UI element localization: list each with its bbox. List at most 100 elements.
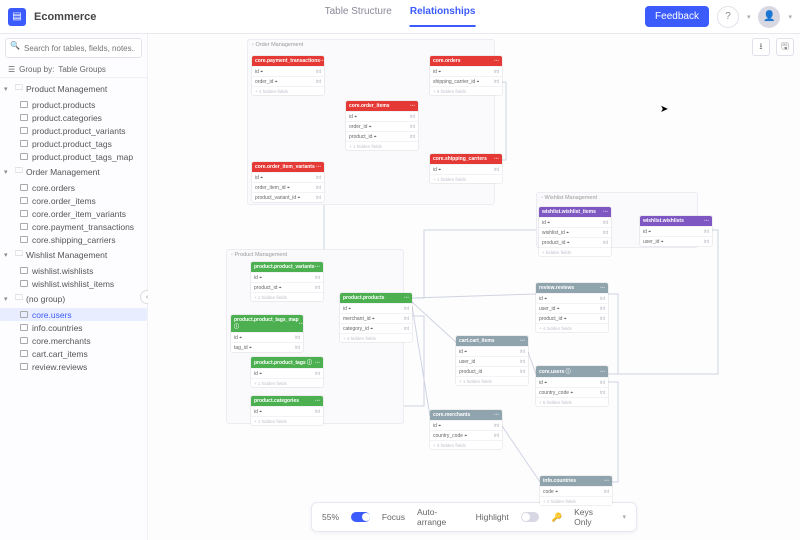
tree-item[interactable]: info.countries bbox=[0, 321, 147, 334]
caret-down-icon: ▾ bbox=[4, 168, 12, 176]
tree-item-label: wishlist.wishlists bbox=[32, 266, 93, 276]
zoom-toggle[interactable] bbox=[351, 512, 370, 522]
table-icon bbox=[20, 267, 28, 274]
project-name: Ecommerce bbox=[34, 11, 96, 23]
tree-item-label: cart.cart_items bbox=[32, 349, 88, 359]
entity-footer: + 4 hidden fields bbox=[340, 333, 412, 342]
save-icon[interactable]: 🖫 bbox=[776, 38, 794, 56]
folder-icon: 🗀 bbox=[15, 248, 23, 262]
entity-card[interactable]: product.product_variants⋯id ⌖intproduct_… bbox=[251, 262, 323, 301]
highlight-toggle[interactable] bbox=[521, 512, 540, 522]
tree-group[interactable]: ▾🗀Order Management bbox=[0, 163, 147, 181]
entity-header: wishlist.wishlists⋯ bbox=[640, 216, 712, 226]
tree-item[interactable]: wishlist.wishlist_items bbox=[0, 277, 147, 290]
entity-card[interactable]: core.merchants⋯id ⌖intcountry_code ⌖int+… bbox=[430, 410, 502, 449]
app-logo[interactable]: ▤ bbox=[8, 8, 26, 26]
download-icon[interactable]: ⭳ bbox=[752, 38, 770, 56]
entity-card[interactable]: core.order_items⋯id ⌖intorder_id ⌖intpro… bbox=[346, 101, 418, 150]
entity-footer: + 1 hidden fields bbox=[430, 174, 502, 183]
tree-item-label: review.reviews bbox=[32, 362, 87, 372]
table-icon bbox=[20, 350, 28, 357]
entity-footer: + 4 hidden fields bbox=[252, 86, 324, 95]
tree-group[interactable]: ▾🗀(no group) bbox=[0, 290, 147, 308]
entity-card[interactable]: cart.cart_items⋯id ⌖intuser_idintproduct… bbox=[456, 336, 528, 385]
entity-card[interactable]: info.countries⋯code ⌖int+ 2 hidden field… bbox=[540, 476, 612, 505]
mouse-cursor-icon: ➤ bbox=[660, 104, 668, 115]
entity-field: id ⌖int bbox=[456, 346, 528, 356]
table-icon bbox=[20, 140, 28, 147]
entity-field: id ⌖int bbox=[430, 420, 502, 430]
tree-item-label: product.categories bbox=[32, 113, 102, 123]
focus-button[interactable]: Focus bbox=[382, 512, 405, 522]
avatar[interactable]: 👤 bbox=[758, 6, 780, 28]
entity-card[interactable]: core.orders⋯id ⌖intshipping_carrier_id ⌖… bbox=[430, 56, 502, 95]
tree-item[interactable]: product.product_variants bbox=[0, 124, 147, 137]
table-icon bbox=[20, 114, 28, 121]
zoom-level: 55% bbox=[322, 512, 339, 522]
highlight-label: Highlight bbox=[476, 512, 509, 522]
tree-item[interactable]: cart.cart_items bbox=[0, 347, 147, 360]
table-tree: ▾🗀Product Managementproduct.productsprod… bbox=[0, 78, 147, 375]
entity-header: core.orders⋯ bbox=[430, 56, 502, 66]
tree-item[interactable]: core.merchants bbox=[0, 334, 147, 347]
table-icon bbox=[20, 337, 28, 344]
entity-header: product.product_tags ⓘ⋯ bbox=[251, 357, 323, 368]
feedback-button[interactable]: Feedback bbox=[645, 6, 709, 27]
entity-field: id ⌖int bbox=[252, 66, 324, 76]
tab-table-structure[interactable]: Table Structure bbox=[325, 6, 392, 27]
tree-group[interactable]: ▾🗀Wishlist Management bbox=[0, 246, 147, 264]
tree-item[interactable]: core.shipping_carriers bbox=[0, 233, 147, 246]
entity-card[interactable]: core.payment_transactions⋯id ⌖intorder_i… bbox=[252, 56, 324, 95]
tree-item[interactable]: product.products bbox=[0, 98, 147, 111]
tree-item-label: product.product_variants bbox=[32, 126, 126, 136]
tree-group[interactable]: ▾🗀Product Management bbox=[0, 80, 147, 98]
tree-item[interactable]: core.users bbox=[0, 308, 147, 321]
help-caret-icon[interactable]: ▾ bbox=[747, 13, 751, 21]
entity-card[interactable]: core.order_item_variants⋯id ⌖intorder_it… bbox=[252, 162, 324, 202]
table-icon bbox=[20, 210, 28, 217]
entity-card[interactable]: product.products⋯id ⌖intmerchant_id ⌖int… bbox=[340, 293, 412, 342]
tree-item[interactable]: core.orders bbox=[0, 181, 147, 194]
tree-group-label: Product Management bbox=[26, 84, 107, 94]
diagram-canvas[interactable]: ⭳ 🖫 ➤ 55% Focus A bbox=[148, 34, 800, 540]
tree-item[interactable]: core.order_item_variants bbox=[0, 207, 147, 220]
group-by[interactable]: ☰ Group by: Table Groups bbox=[0, 62, 147, 78]
table-icon bbox=[20, 223, 28, 230]
entity-field: product_id ⌖int bbox=[346, 131, 418, 141]
tree-item[interactable]: core.order_items bbox=[0, 194, 147, 207]
tab-relationships[interactable]: Relationships bbox=[410, 6, 476, 27]
key-icon: 🔑 bbox=[551, 512, 562, 523]
tree-item[interactable]: review.reviews bbox=[0, 360, 147, 373]
tree-item[interactable]: product.product_tags_map bbox=[0, 150, 147, 163]
entity-field: id ⌖int bbox=[430, 66, 502, 76]
entity-header: product.product_tags_map ⓘ⋯ bbox=[231, 315, 303, 332]
tree-item[interactable]: product.categories bbox=[0, 111, 147, 124]
avatar-caret-icon[interactable]: ▾ bbox=[788, 13, 792, 21]
search-input[interactable] bbox=[5, 38, 142, 58]
tree-item[interactable]: product.product_tags bbox=[0, 137, 147, 150]
keys-only-caret-icon[interactable]: ▾ bbox=[623, 513, 627, 521]
entity-card[interactable]: wishlist.wishlist_items⋯id ⌖intwishlist_… bbox=[539, 207, 611, 256]
entity-field: category_id ⌖int bbox=[340, 323, 412, 333]
tree-item[interactable]: wishlist.wishlists bbox=[0, 264, 147, 277]
entity-field: merchant_id ⌖int bbox=[340, 313, 412, 323]
entity-card[interactable]: review.reviews⋯id ⌖intuser_id ⌖intproduc… bbox=[536, 283, 608, 332]
entity-group-title: ◦ Product Management bbox=[227, 250, 403, 260]
help-icon[interactable]: ? bbox=[717, 6, 739, 28]
auto-arrange-button[interactable]: Auto-arrange bbox=[417, 507, 464, 527]
entity-card[interactable]: wishlist.wishlists⋯id ⌖intuser_id ⌖int bbox=[640, 216, 712, 246]
entity-field: order_id ⌖int bbox=[252, 76, 324, 86]
entity-footer: + 6 hidden fields bbox=[430, 86, 502, 95]
entity-card[interactable]: core.shipping_carriers⋯id ⌖int+ 1 hidden… bbox=[430, 154, 502, 183]
entity-field: id ⌖int bbox=[536, 293, 608, 303]
entity-card[interactable]: core.users ⓘ⋯id ⌖intcountry_code ⌖int+ 6… bbox=[536, 366, 608, 406]
entity-field: order_id ⌖int bbox=[346, 121, 418, 131]
bottom-toolbar: 55% Focus Auto-arrange Highlight 🔑 Keys … bbox=[311, 502, 637, 532]
keys-only-label: Keys Only bbox=[574, 507, 610, 527]
entity-card[interactable]: product.categories⋯id ⌖int+ 1 hidden fie… bbox=[251, 396, 323, 425]
entity-field: id ⌖int bbox=[430, 164, 502, 174]
tree-item[interactable]: core.payment_transactions bbox=[0, 220, 147, 233]
entity-field: id ⌖int bbox=[252, 172, 324, 182]
entity-card[interactable]: product.product_tags ⓘ⋯id ⌖int+ 1 hidden… bbox=[251, 357, 323, 387]
entity-card[interactable]: product.product_tags_map ⓘ⋯id ⌖inttag_id… bbox=[231, 315, 303, 352]
